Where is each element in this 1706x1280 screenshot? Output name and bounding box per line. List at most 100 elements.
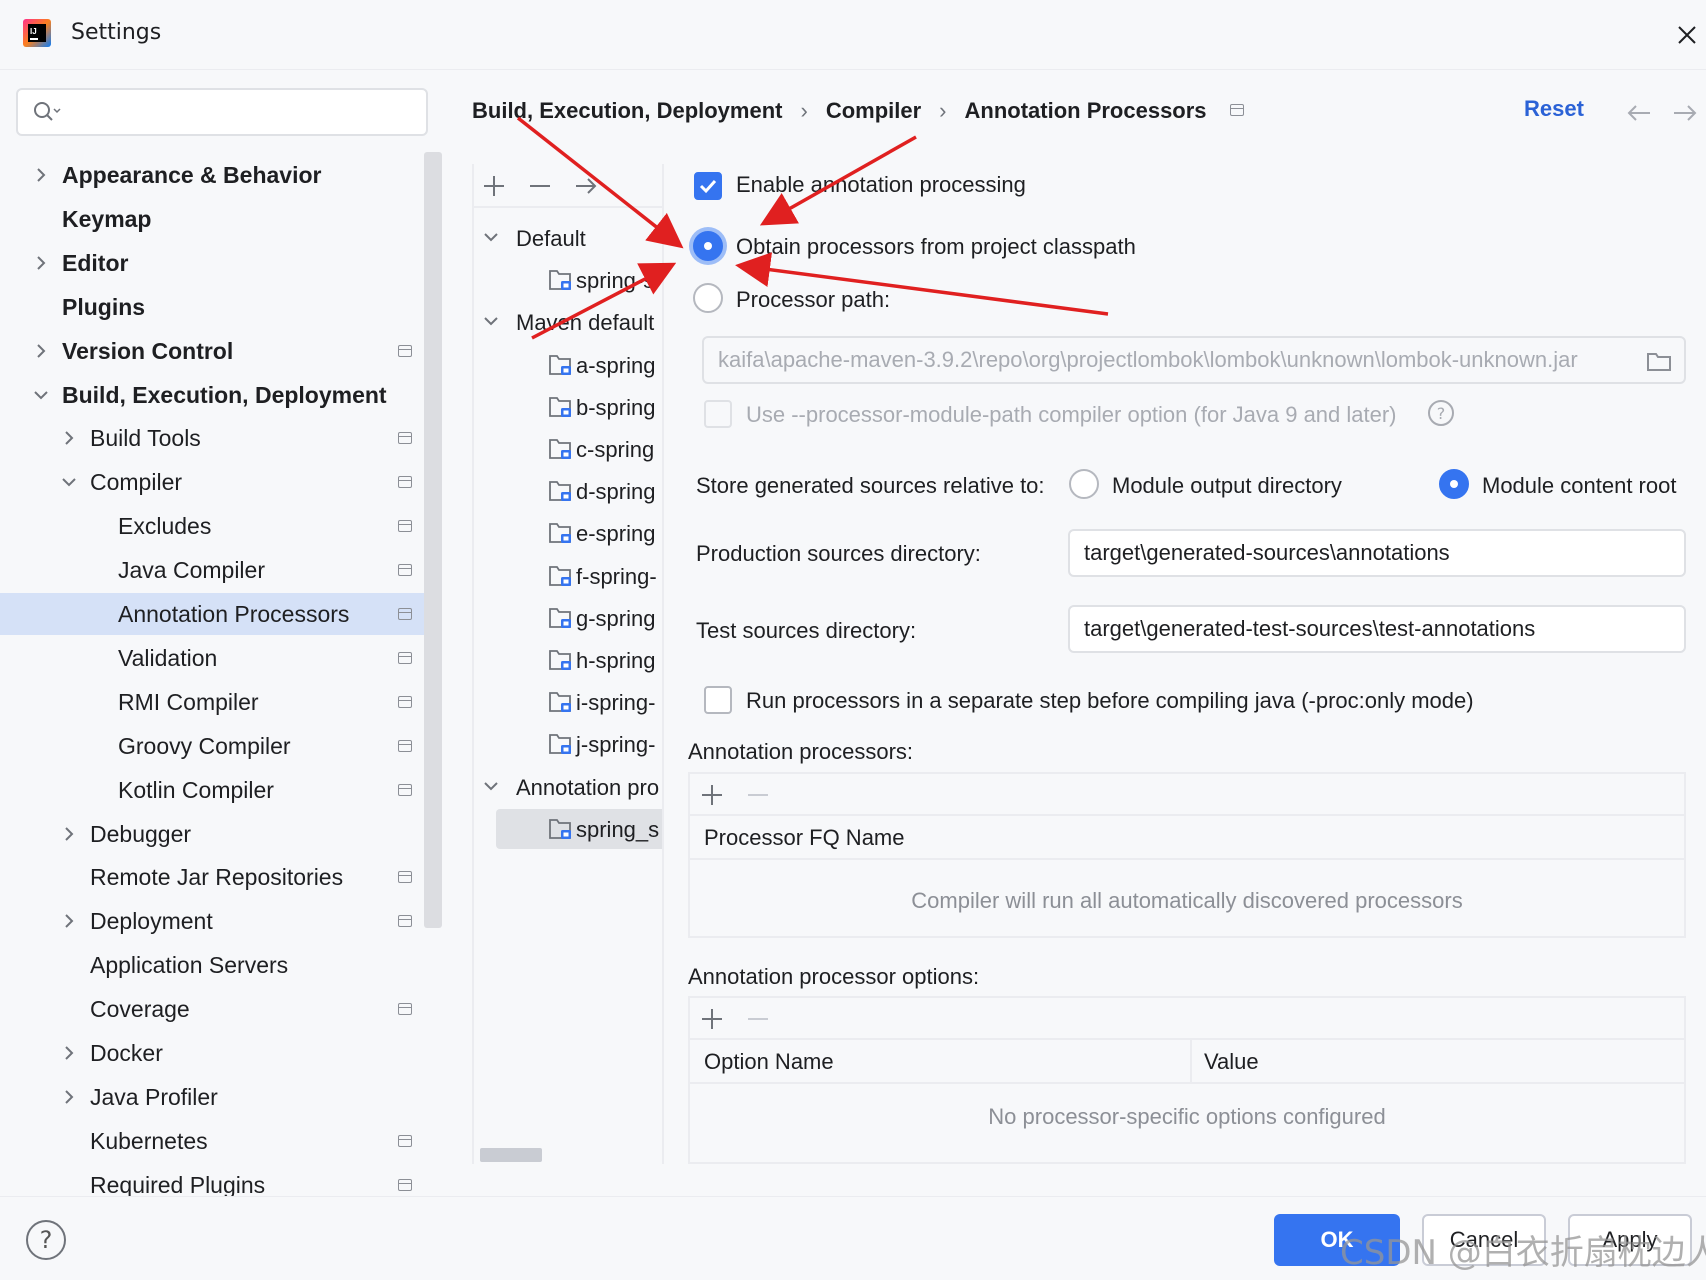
profile-module[interactable]: spring-s: [474, 260, 662, 300]
profile-group[interactable]: Annotation pro: [474, 767, 662, 807]
chevron-right-icon[interactable]: [60, 1088, 78, 1106]
separate-step-checkbox[interactable]: [704, 686, 732, 714]
add-option-icon[interactable]: [700, 1007, 724, 1031]
sidebar-item[interactable]: Appearance & Behavior: [0, 154, 442, 196]
project-scope-icon: [398, 608, 412, 620]
help-button[interactable]: ?: [26, 1220, 66, 1260]
sidebar-item-label: Java Compiler: [118, 557, 265, 584]
horizontal-scrollbar[interactable]: [480, 1148, 542, 1162]
sidebar-item-label: Deployment: [90, 908, 213, 935]
profile-group-label: Annotation pro: [516, 774, 660, 800]
project-scope-icon: [398, 1134, 412, 1147]
forward-arrow-icon[interactable]: [1672, 104, 1698, 122]
sidebar-item[interactable]: Deployment: [0, 900, 442, 942]
profile-module[interactable]: g-spring: [474, 598, 662, 638]
sidebar-item-label: Keymap: [62, 205, 152, 232]
sidebar-item[interactable]: Java Compiler: [0, 549, 442, 591]
project-scope-icon: [398, 871, 412, 884]
profile-module[interactable]: e-spring: [474, 513, 662, 553]
profile-module[interactable]: c-spring: [474, 429, 662, 469]
sidebar-item[interactable]: Java Profiler: [0, 1076, 442, 1118]
sidebar-item[interactable]: Editor: [0, 242, 442, 284]
checkmark-icon: [699, 179, 717, 194]
sidebar-item[interactable]: Coverage: [0, 988, 442, 1030]
sidebar-item[interactable]: Annotation Processors: [0, 593, 442, 635]
profile-module[interactable]: j-spring-: [474, 724, 662, 764]
move-to-icon[interactable]: [574, 174, 598, 198]
store-relative-label: Store generated sources relative to:: [696, 473, 1045, 498]
chevron-right-icon[interactable]: [32, 342, 50, 360]
close-window-button[interactable]: [1670, 18, 1704, 52]
sidebar-item[interactable]: Docker: [0, 1032, 442, 1074]
enable-annotation-processing-checkbox[interactable]: [694, 172, 722, 200]
module-folder-icon: [548, 732, 574, 756]
profile-module[interactable]: d-spring: [474, 471, 662, 511]
profile-module[interactable]: i-spring-: [474, 682, 662, 722]
module-output-directory-radio[interactable]: [1069, 469, 1099, 499]
profile-module[interactable]: h-spring: [474, 640, 662, 680]
remove-icon[interactable]: [528, 174, 552, 198]
processor-fq-name-column[interactable]: Processor FQ Name: [704, 825, 905, 851]
breadcrumb-item[interactable]: Build, Execution, Deployment: [472, 98, 782, 124]
module-content-root-radio[interactable]: [1439, 469, 1469, 499]
reset-link[interactable]: Reset: [1524, 96, 1584, 122]
back-arrow-icon[interactable]: [1626, 104, 1652, 122]
profile-module-label: spring_s: [576, 816, 660, 842]
chevron-down-icon[interactable]: [32, 386, 50, 404]
chevron-down-icon[interactable]: [482, 228, 500, 246]
processor-path-field[interactable]: kaifa\apache-maven-3.9.2\repo\org\projec…: [702, 336, 1686, 384]
chevron-down-icon[interactable]: [60, 473, 78, 491]
processor-path-radio[interactable]: [693, 283, 723, 313]
remove-option-icon[interactable]: [746, 1007, 770, 1031]
profile-module[interactable]: f-spring-: [474, 556, 662, 596]
chevron-right-icon[interactable]: [60, 825, 78, 843]
annotation-processors-title: Annotation processors:: [688, 739, 914, 764]
profile-group[interactable]: Default: [474, 218, 662, 258]
sidebar-item[interactable]: Debugger: [0, 813, 442, 855]
folder-icon[interactable]: [1646, 350, 1672, 372]
sidebar-item[interactable]: Keymap: [0, 198, 442, 240]
chevron-right-icon[interactable]: [32, 166, 50, 184]
settings-search-input[interactable]: [16, 88, 428, 136]
sidebar-item[interactable]: Validation: [0, 637, 442, 679]
add-icon[interactable]: [482, 174, 506, 198]
chevron-down-icon[interactable]: [482, 777, 500, 795]
sidebar-item[interactable]: Build Tools: [0, 417, 442, 459]
sidebar-item-label: Excludes: [118, 513, 212, 540]
breadcrumb-item: Annotation Processors: [964, 98, 1207, 123]
profile-module[interactable]: spring_s: [496, 808, 662, 849]
test-sources-input[interactable]: target\generated-test-sources\test-annot…: [1068, 605, 1686, 653]
tree-scrollbar[interactable]: [424, 152, 442, 928]
chevron-right-icon[interactable]: [60, 1044, 78, 1062]
sidebar-item[interactable]: Groovy Compiler: [0, 725, 442, 767]
sidebar-item[interactable]: RMI Compiler: [0, 681, 442, 723]
remove-processor-icon[interactable]: [746, 783, 770, 807]
sidebar-item[interactable]: Remote Jar Repositories: [0, 856, 442, 898]
chevron-down-icon[interactable]: [482, 312, 500, 330]
sidebar-item[interactable]: Plugins: [0, 286, 442, 328]
profile-group[interactable]: Maven default: [474, 302, 662, 342]
chevron-right-icon[interactable]: [60, 912, 78, 930]
sidebar-item[interactable]: Version Control: [0, 330, 442, 372]
add-processor-icon[interactable]: [700, 783, 724, 807]
processor-module-path-checkbox[interactable]: [704, 400, 732, 428]
sidebar-item[interactable]: Build, Execution, Deployment: [0, 374, 442, 416]
sidebar-item-label: Plugins: [62, 293, 146, 320]
option-name-column[interactable]: Option Name: [704, 1049, 834, 1075]
sidebar-item[interactable]: Kubernetes: [0, 1120, 442, 1162]
sidebar-item[interactable]: Kotlin Compiler: [0, 769, 442, 811]
help-icon[interactable]: ?: [1428, 400, 1454, 426]
sidebar-item[interactable]: Excludes: [0, 505, 442, 547]
production-sources-input[interactable]: target\generated-sources\annotations: [1068, 529, 1686, 577]
profile-module-label: d-spring: [576, 479, 656, 505]
obtain-from-classpath-radio[interactable]: [693, 231, 723, 261]
module-folder-icon: [548, 437, 574, 461]
value-column[interactable]: Value: [1204, 1049, 1259, 1075]
chevron-right-icon[interactable]: [60, 429, 78, 447]
chevron-right-icon[interactable]: [32, 254, 50, 272]
profile-module[interactable]: a-spring: [474, 345, 662, 385]
sidebar-item[interactable]: Compiler: [0, 461, 442, 503]
profile-module[interactable]: b-spring: [474, 387, 662, 427]
sidebar-item[interactable]: Application Servers: [0, 944, 442, 986]
breadcrumb-item[interactable]: Compiler: [826, 98, 921, 124]
